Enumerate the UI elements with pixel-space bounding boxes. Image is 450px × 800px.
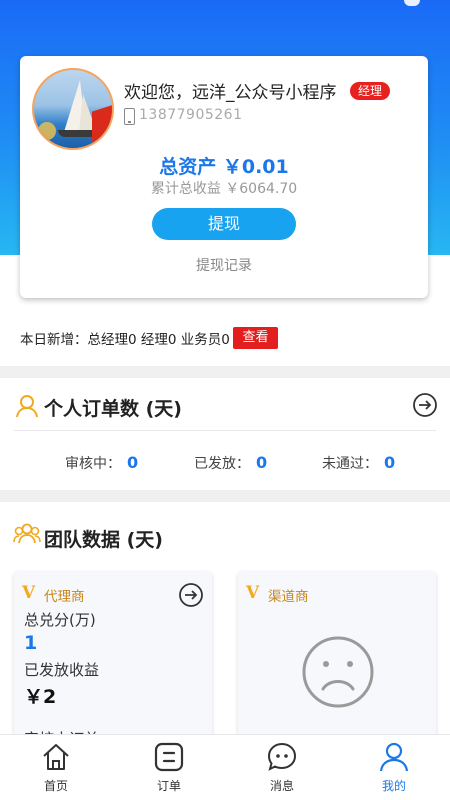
cumulative-income: 累计总收益 ￥6064.70 [150, 181, 298, 197]
agent-title: 代理商 [44, 589, 85, 605]
section-divider [0, 490, 450, 502]
total-assets: 总资产 ￥0.01 [159, 156, 289, 178]
points-label: 总兑分(万) [24, 611, 96, 629]
income-value: ￥2 [24, 686, 57, 708]
bottom-nav: 首页 订单 消息 我的 [0, 734, 450, 800]
nav-orders[interactable]: 订单 [139, 741, 199, 797]
avatar[interactable] [32, 68, 114, 150]
divider [14, 430, 436, 431]
team-icon [13, 523, 41, 544]
stat-value: 0 [127, 453, 139, 472]
points-value: 1 [24, 632, 38, 654]
role-badge: 经理 [350, 82, 391, 100]
withdraw-record-link[interactable]: 提现记录 [20, 255, 428, 275]
stat-label: 未通过： [322, 456, 378, 472]
stat-value: 0 [384, 453, 396, 472]
nav-profile[interactable]: 我的 [364, 741, 424, 797]
stat-issued: 已发放： 0 [194, 453, 267, 473]
user-icon [16, 395, 38, 418]
nav-home[interactable]: 首页 [26, 741, 86, 797]
order-icon [154, 742, 184, 772]
stat-reviewing: 审核中： 0 [65, 453, 138, 473]
message-icon [267, 742, 297, 771]
withdraw-button[interactable]: 提现 [152, 208, 296, 240]
stat-label: 已发放： [194, 456, 250, 472]
agent-card[interactable]: V 代理商 总兑分(万) 1 已发放收益 ￥2 审核中订单 [14, 572, 212, 752]
nav-messages[interactable]: 消息 [252, 741, 312, 797]
phone-number: 13877905261 [139, 107, 243, 123]
nav-label: 订单 [156, 779, 181, 793]
stat-value: 0 [256, 453, 268, 472]
view-button[interactable]: 查看 [233, 327, 278, 349]
stat-label: 审核中： [65, 456, 121, 472]
stat-rejected: 未通过： 0 [322, 453, 395, 473]
channel-card[interactable]: V 渠道商 [238, 572, 436, 752]
nav-label: 消息 [269, 779, 294, 793]
nav-label: 我的 [381, 779, 406, 793]
profile-card: 欢迎您，远洋_公众号小程序 经理 13877905261 总资产 ￥0.01 累… [20, 56, 428, 298]
arrow-right-icon[interactable] [412, 392, 438, 418]
profile-icon [379, 742, 409, 772]
team-title: 团队数据 (天) [44, 529, 163, 551]
income-label: 已发放收益 [24, 661, 100, 679]
section-divider [0, 366, 450, 378]
home-icon [43, 744, 69, 770]
orders-title: 个人订单数 (天) [44, 398, 182, 420]
channel-title: 渠道商 [268, 589, 309, 605]
v-badge-icon: V [246, 583, 260, 603]
sad-face-icon [302, 636, 374, 708]
today-new-summary: 本日新增：总经理0 经理0 业务员0 [20, 332, 230, 348]
phone-icon [124, 108, 135, 125]
arrow-right-icon[interactable] [178, 582, 204, 608]
welcome-text: 欢迎您，远洋_公众号小程序 [124, 83, 337, 103]
nav-label: 首页 [43, 779, 68, 793]
v-badge-icon: V [22, 583, 36, 603]
